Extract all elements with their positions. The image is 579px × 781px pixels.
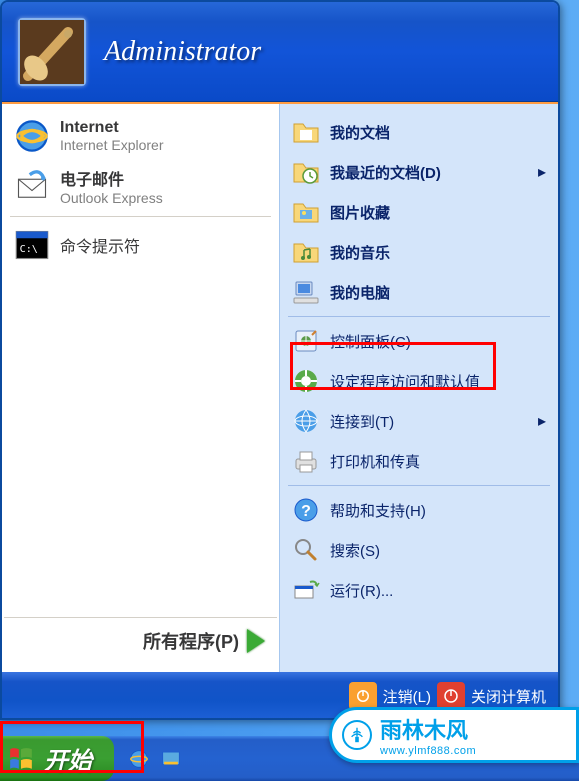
user-avatar	[18, 18, 86, 86]
all-programs-item[interactable]: 所有程序(P)	[4, 617, 277, 664]
start-menu: Administrator Internet Internet Explorer…	[0, 0, 560, 720]
separator	[288, 316, 550, 317]
control-panel-icon	[292, 327, 320, 355]
separator	[10, 216, 271, 217]
default-programs-item[interactable]: 设定程序访问和默认值	[282, 361, 556, 401]
start-menu-body: Internet Internet Explorer 电子邮件 Outlook …	[2, 102, 558, 672]
internet-explorer-icon	[14, 118, 50, 154]
search-icon	[292, 536, 320, 564]
music-item[interactable]: 我的音乐	[282, 232, 556, 272]
email-title: 电子邮件	[60, 166, 163, 190]
folder-music-icon	[292, 238, 320, 266]
my-computer-label: 我的电脑	[330, 282, 390, 303]
internet-subtitle: Internet Explorer	[60, 137, 164, 153]
watermark-brand: 雨林木风	[380, 713, 476, 745]
logoff-label: 注销(L)	[383, 686, 431, 707]
email-icon	[14, 168, 50, 204]
connect-to-item[interactable]: 连接到(T) ▸	[282, 401, 556, 441]
help-label: 帮助和支持(H)	[330, 500, 426, 521]
email-item[interactable]: 电子邮件 Outlook Express	[4, 160, 277, 212]
watermark-logo-icon	[342, 720, 372, 750]
printer-icon	[292, 447, 320, 475]
separator	[288, 485, 550, 486]
email-subtitle: Outlook Express	[60, 190, 163, 206]
printers-item[interactable]: 打印机和传真	[282, 441, 556, 481]
cmd-icon: C:\	[14, 227, 50, 263]
logoff-button[interactable]: 注销(L)	[349, 682, 431, 710]
windows-logo-icon	[8, 746, 34, 772]
folder-recent-icon	[292, 158, 320, 186]
quick-launch	[114, 748, 182, 770]
network-icon	[292, 407, 320, 435]
start-button-label: 开始	[44, 741, 92, 776]
shutdown-label: 关闭计算机	[471, 686, 546, 707]
internet-title: Internet	[60, 119, 164, 137]
default-programs-label: 设定程序访问和默认值	[330, 371, 480, 392]
shutdown-button[interactable]: 关闭计算机	[437, 682, 546, 710]
logoff-icon	[349, 682, 377, 710]
shutdown-icon	[437, 682, 465, 710]
svg-text:?: ?	[301, 503, 311, 520]
show-desktop-icon[interactable]	[160, 748, 182, 770]
start-menu-header: Administrator	[2, 2, 558, 102]
system-places-panel: 我的文档 我最近的文档(D) ▸ 图片收藏 我的音乐 我的电脑	[279, 104, 558, 672]
start-button[interactable]: 开始	[0, 736, 114, 781]
printers-label: 打印机和传真	[330, 451, 420, 472]
connect-to-label: 连接到(T)	[330, 411, 394, 432]
internet-item[interactable]: Internet Internet Explorer	[4, 112, 277, 160]
ie-quicklaunch-icon[interactable]	[128, 748, 150, 770]
watermark-url: www.ylmf888.com	[380, 745, 476, 757]
all-programs-label: 所有程序(P)	[143, 628, 239, 654]
arrow-right-icon	[247, 629, 265, 653]
help-icon: ?	[292, 496, 320, 524]
my-documents-item[interactable]: 我的文档	[282, 112, 556, 152]
music-label: 我的音乐	[330, 242, 390, 263]
help-item[interactable]: ? 帮助和支持(H)	[282, 490, 556, 530]
cmd-title: 命令提示符	[60, 233, 140, 257]
pictures-label: 图片收藏	[330, 202, 390, 223]
my-computer-item[interactable]: 我的电脑	[282, 272, 556, 312]
recent-documents-label: 我最近的文档(D)	[330, 162, 441, 183]
control-panel-label: 控制面板(C)	[330, 331, 411, 352]
svg-text:C:\: C:\	[20, 244, 38, 255]
default-programs-icon	[292, 367, 320, 395]
folder-documents-icon	[292, 118, 320, 146]
my-documents-label: 我的文档	[330, 122, 390, 143]
pinned-programs-panel: Internet Internet Explorer 电子邮件 Outlook …	[2, 104, 279, 672]
run-label: 运行(R)...	[330, 580, 393, 601]
search-label: 搜索(S)	[330, 540, 380, 561]
watermark-badge: 雨林木风 www.ylmf888.com	[329, 707, 579, 763]
run-item[interactable]: 运行(R)...	[282, 570, 556, 610]
username-label: Administrator	[104, 36, 261, 68]
folder-pictures-icon	[292, 198, 320, 226]
search-item[interactable]: 搜索(S)	[282, 530, 556, 570]
chevron-right-icon: ▸	[538, 411, 546, 431]
chevron-right-icon: ▸	[538, 162, 546, 182]
computer-icon	[292, 278, 320, 306]
cmd-item[interactable]: C:\ 命令提示符	[4, 221, 277, 269]
pictures-item[interactable]: 图片收藏	[282, 192, 556, 232]
recent-documents-item[interactable]: 我最近的文档(D) ▸	[282, 152, 556, 192]
control-panel-item[interactable]: 控制面板(C)	[282, 321, 556, 361]
run-icon	[292, 576, 320, 604]
